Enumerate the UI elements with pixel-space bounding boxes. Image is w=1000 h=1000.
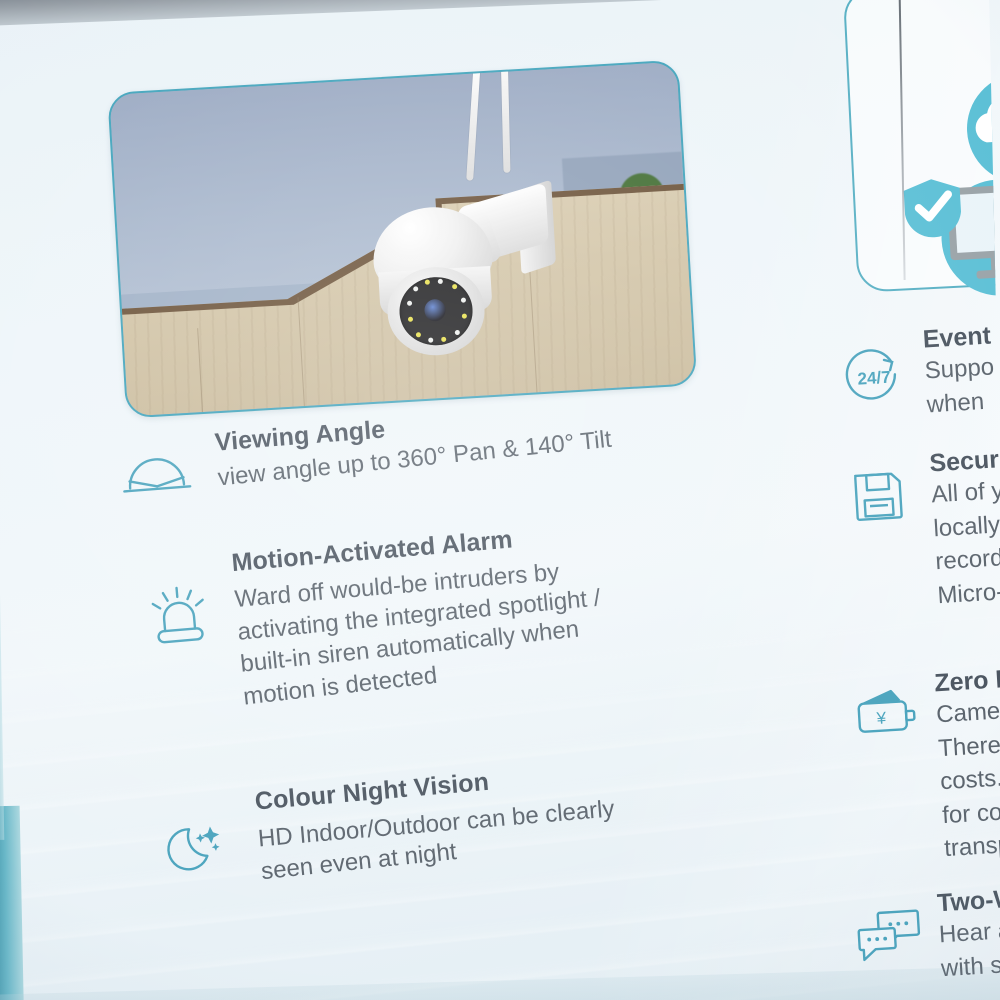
feature-title: Zero H xyxy=(933,664,1000,698)
monitor-shield-check-icon xyxy=(890,159,1000,309)
feature-body-line: locally. xyxy=(932,510,1000,542)
feature-body-line: record xyxy=(934,544,1000,576)
feature-body-line: All of y xyxy=(930,477,1000,509)
feature-body: Camer There costs. for con transp xyxy=(935,694,1000,866)
feature-body-line: Hear a xyxy=(938,917,1000,949)
feature-body-line: There xyxy=(937,731,1000,762)
feature-title: Two-W xyxy=(936,884,1000,918)
feature-title: Secure xyxy=(928,444,1000,478)
feature-body-line: when xyxy=(925,387,985,419)
feature-body: Suppo when xyxy=(924,350,997,421)
feature-body-line: Micro- xyxy=(936,578,1000,609)
feature-body-line: with su xyxy=(940,950,1000,982)
feature-text: Zero H Camer There costs. for con transp xyxy=(934,665,1000,866)
right-column: 24/7 Event Suppo when Secure All of y lo… xyxy=(0,0,1000,1000)
24-7-cycle-icon: 24/7 xyxy=(841,343,907,409)
two-speech-bubbles-icon xyxy=(855,906,922,966)
content-plane: Viewing Angle view angle up to 360° Pan … xyxy=(0,0,1000,1000)
feature-body-line: for con xyxy=(941,797,1000,829)
feature-title: Event xyxy=(922,321,992,354)
feature-body-line: transp xyxy=(943,831,1000,863)
svg-text:¥: ¥ xyxy=(875,708,887,728)
feature-text: Event Suppo when xyxy=(922,321,997,421)
feature-body-line: costs. xyxy=(939,764,1000,796)
feature-body-line: Camer xyxy=(935,697,1000,729)
feature-body-line: Suppo xyxy=(923,353,995,385)
feature-text: Secure All of y locally. record Micro- xyxy=(929,444,1000,612)
feature-body: All of y locally. record Micro- xyxy=(930,473,1000,612)
wallet-yen-icon: ¥ xyxy=(853,687,918,745)
floppy-disk-save-icon xyxy=(848,465,909,526)
feature-text: Two-W Hear a with su xyxy=(936,885,1000,986)
packaging-photo: Viewing Angle view angle up to 360° Pan … xyxy=(0,0,1000,1000)
feature-body: Hear a with su xyxy=(938,914,1000,986)
svg-text:24/7: 24/7 xyxy=(857,368,891,389)
